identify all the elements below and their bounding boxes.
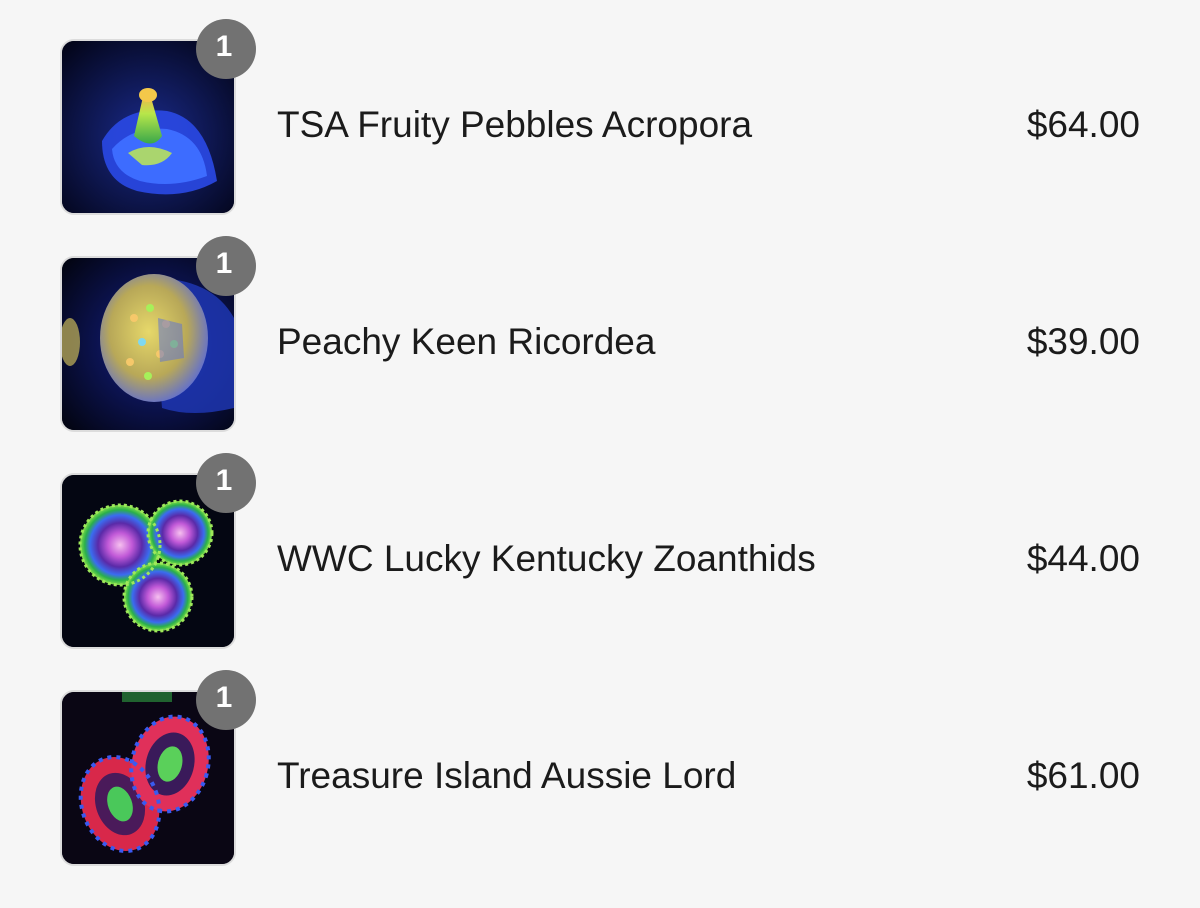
order-item-list: 1 TSA Fruity Pebbles Acropora $64.00 1 P… (0, 0, 1200, 908)
order-item-row[interactable]: 1 WWC Lucky Kentucky Zoanthids $44.00 (0, 453, 1200, 649)
item-price: $61.00 (1026, 755, 1140, 796)
item-thumbnail-wrap: 1 (60, 670, 256, 866)
quantity-badge: 1 (196, 236, 256, 296)
item-name: TSA Fruity Pebbles Acropora (277, 104, 753, 145)
order-item-row[interactable]: 1 Peachy Keen Ricordea $39.00 (0, 236, 1200, 432)
quantity-badge: 1 (196, 453, 256, 513)
item-thumbnail-wrap: 1 (60, 236, 256, 432)
item-price: $39.00 (1026, 321, 1140, 362)
item-name: WWC Lucky Kentucky Zoanthids (277, 538, 816, 579)
item-name: Treasure Island Aussie Lord (277, 755, 737, 796)
item-name: Peachy Keen Ricordea (277, 321, 656, 362)
item-thumbnail-wrap: 1 (60, 19, 256, 215)
quantity-badge: 1 (196, 670, 256, 730)
order-item-row[interactable]: 1 TSA Fruity Pebbles Acropora $64.00 (0, 19, 1200, 215)
order-item-row[interactable]: 1 Treasure Island Aussie Lord $61.00 (0, 670, 1200, 866)
item-thumbnail-wrap: 1 (60, 453, 256, 649)
quantity-badge: 1 (196, 19, 256, 79)
item-price: $64.00 (1026, 104, 1140, 145)
item-price: $44.00 (1026, 538, 1140, 579)
